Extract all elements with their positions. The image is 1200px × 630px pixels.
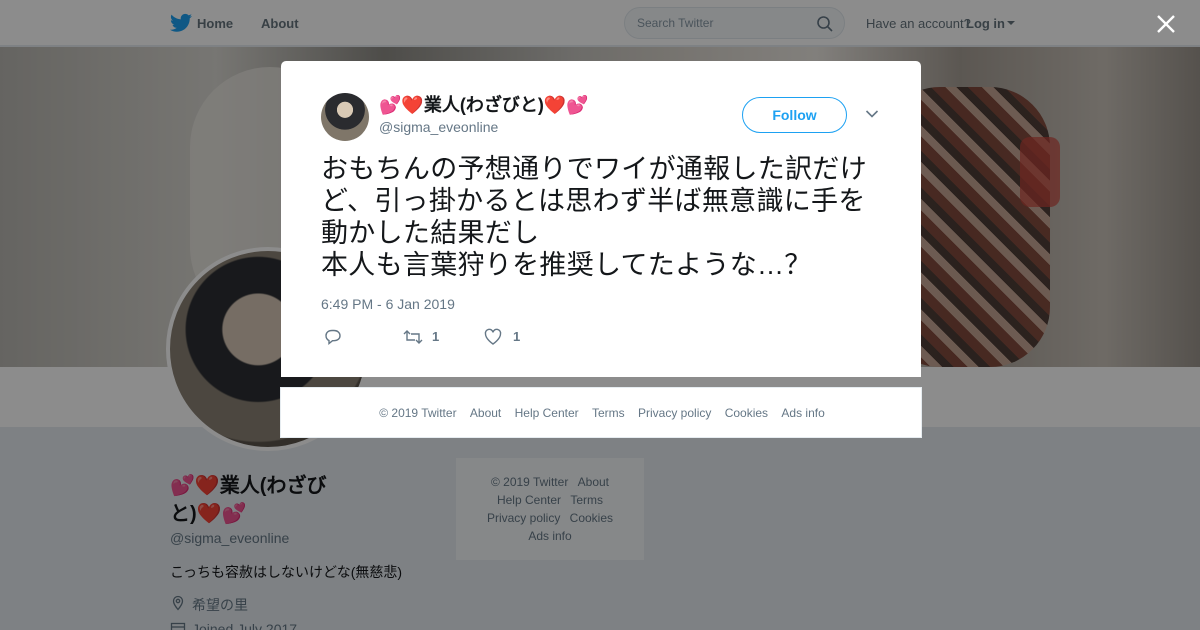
follow-button[interactable]: Follow xyxy=(742,97,847,133)
retweet-icon[interactable] xyxy=(402,328,424,346)
close-icon[interactable] xyxy=(1154,12,1178,36)
reply-icon[interactable] xyxy=(323,328,343,346)
chevron-down-icon[interactable] xyxy=(865,109,879,119)
tweet-author-name[interactable]: 💕❤️業人(わざびと)❤️💕 xyxy=(379,91,589,117)
tweet-text: おもちんの予想通りでワイが通報した訳だけど、引っ掛かるとは思わず半ば無意識に手を… xyxy=(321,154,867,280)
footer-cookies-link[interactable]: Cookies xyxy=(725,406,768,420)
footer-copyright: © 2019 Twitter xyxy=(379,406,457,420)
modal-footer: © 2019 Twitter About Help Center Terms P… xyxy=(280,387,922,438)
footer-about-link[interactable]: About xyxy=(470,406,501,420)
footer-help-link[interactable]: Help Center xyxy=(515,406,579,420)
tweet-modal: 💕❤️業人(わざびと)❤️💕 @sigma_eveonline Follow お… xyxy=(281,61,921,377)
footer-ads-link[interactable]: Ads info xyxy=(781,406,824,420)
heart-icon[interactable] xyxy=(483,328,503,346)
tweet-author-handle[interactable]: @sigma_eveonline xyxy=(379,119,498,135)
like-count: 1 xyxy=(513,329,521,344)
footer-terms-link[interactable]: Terms xyxy=(592,406,625,420)
retweet-count: 1 xyxy=(432,329,440,344)
footer-privacy-link[interactable]: Privacy policy xyxy=(638,406,711,420)
tweet-author-avatar[interactable] xyxy=(321,93,369,141)
tweet-timestamp[interactable]: 6:49 PM - 6 Jan 2019 xyxy=(321,296,455,312)
